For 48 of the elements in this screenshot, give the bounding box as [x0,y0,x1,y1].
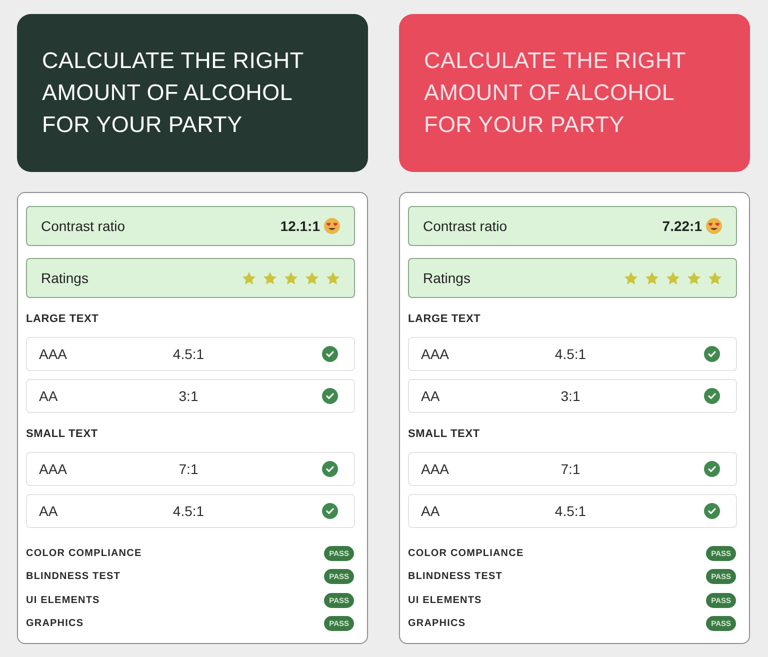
ratio-value: 4.5:1 [172,503,204,519]
ratio-value: 3:1 [178,388,198,404]
ratio-value: 7:1 [560,461,580,477]
contrast-ratio-value: 7.22:1 [662,218,702,234]
compliance-label: UI ELEMENTS [26,594,100,606]
section-heading: SMALL TEXT [408,427,481,442]
compliance-label: BLINDNESS TEST [26,571,121,582]
star-icon [666,272,680,284]
compliance-label: COLOR COMPLIANCE [408,548,524,558]
star-icon [305,272,319,284]
grade-label: AA [421,388,440,404]
contrast-ratio-label: Contrast ratio [41,218,126,234]
heart-eyes-face-icon [706,218,722,234]
compliance-label: GRAPHICS [408,618,466,629]
contrast-ratio-value: 12.1:1 [280,218,320,234]
ratio-value: 7:1 [178,461,198,477]
compliance-label: GRAPHICS [26,618,84,629]
compliance-label: BLINDNESS TEST [408,571,503,582]
star-icon [326,272,340,284]
compliance-label: UI ELEMENTS [408,594,482,606]
section-heading: LARGE TEXT [26,312,100,327]
star-icon [284,272,298,284]
grade-label: AAA [421,346,450,362]
ratings-label: Ratings [41,270,88,286]
title-text: CALCULATE THE RIGHT AMOUNT OF ALCOHOL FOR YOUR PARTY [42,47,304,139]
star-icon [708,272,722,284]
star-icon [645,272,659,284]
section-heading: SMALL TEXT [26,427,99,442]
ratio-value: 3:1 [560,388,580,404]
grade-label: AA [39,388,58,404]
title-text: CALCULATE THE RIGHT AMOUNT OF ALCOHOL FOR YOUR PARTY [424,47,686,139]
section-heading: LARGE TEXT [408,312,482,327]
star-icon [263,272,277,284]
grade-label: AAA [39,346,68,362]
ratings-label: Ratings [423,270,470,286]
compliance-label: COLOR COMPLIANCE [26,548,142,558]
ratio-value: 4.5:1 [554,346,586,362]
grade-label: AA [421,503,440,519]
heart-eyes-face-icon [324,218,340,234]
ratio-value: 4.5:1 [172,346,204,362]
grade-label: AAA [421,461,450,477]
star-icon [687,272,701,284]
ratio-value: 4.5:1 [554,503,586,519]
grade-label: AA [39,503,58,519]
star-icon [624,272,638,284]
contrast-ratio-label: Contrast ratio [423,218,508,234]
grade-label: AAA [39,461,68,477]
star-icon [242,272,256,284]
